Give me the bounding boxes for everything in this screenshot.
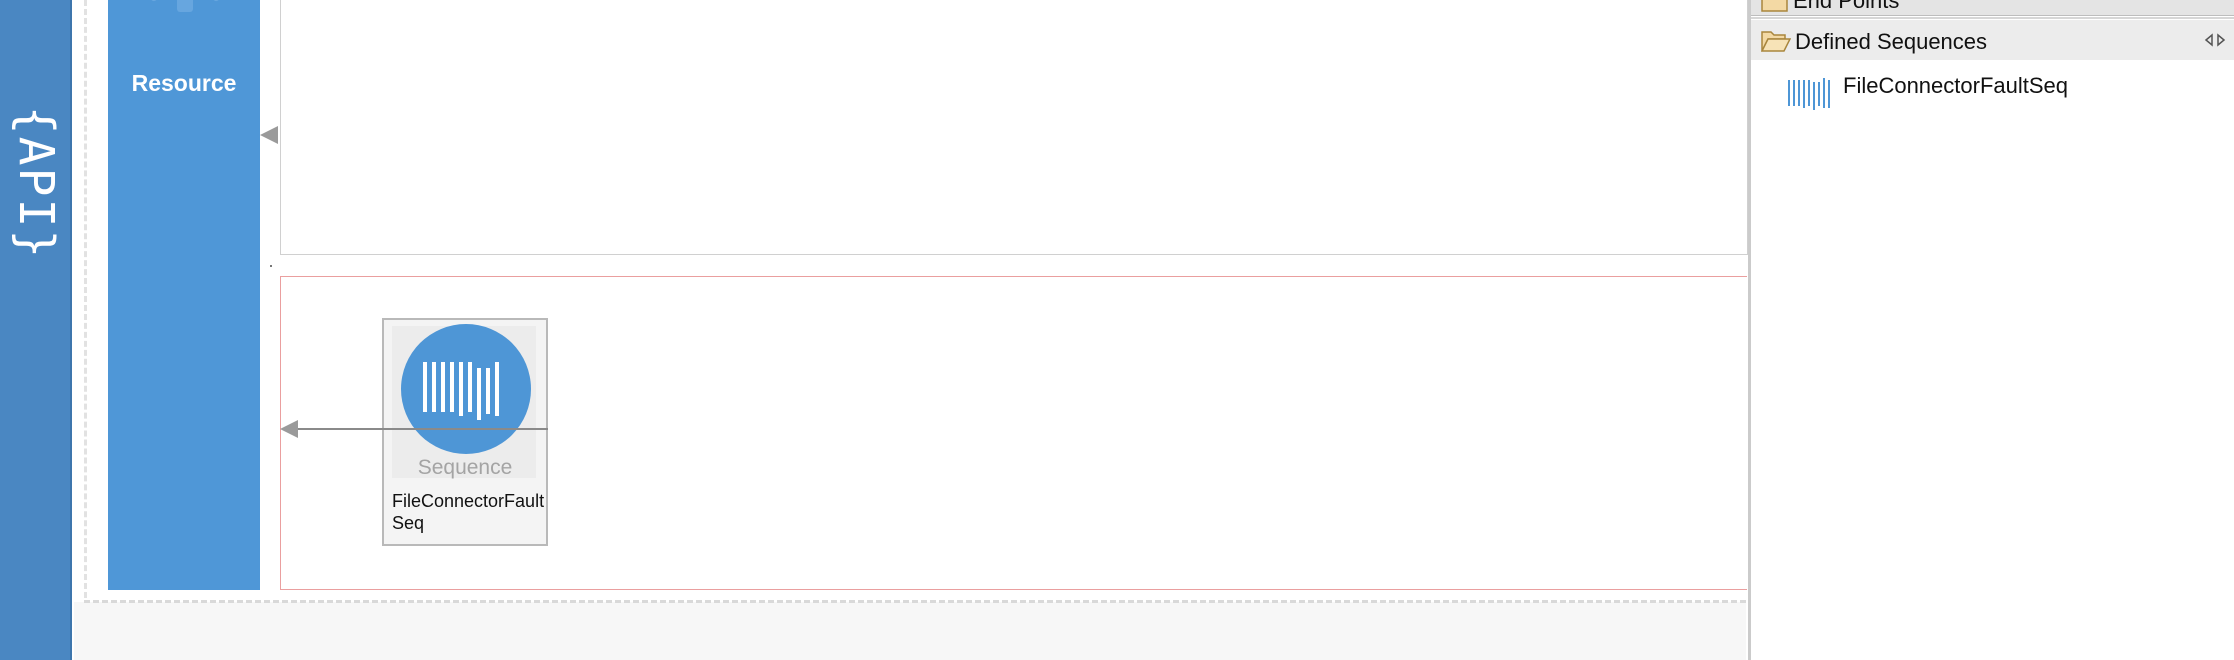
api-border-bottom <box>84 600 1746 603</box>
collapse-toggle-icon[interactable] <box>2204 32 2226 48</box>
design-canvas[interactable]: Resource Sequence FileConnectorFaultSeq <box>74 0 1748 660</box>
open-folder-icon <box>1761 31 1791 52</box>
canvas-dot <box>270 265 272 267</box>
fault-flow-line <box>296 428 548 430</box>
sequence-icon <box>1788 78 1830 110</box>
fault-flow-arrow-icon <box>280 420 298 438</box>
canvas-bottom-area <box>74 602 1746 660</box>
defined-sequences-header-label: Defined Sequences <box>1795 29 1988 54</box>
sequence-icon <box>423 362 499 420</box>
palette-drawer-endpoints[interactable]: End Points <box>1751 0 2234 16</box>
api-border-left <box>84 0 87 598</box>
api-sidebar: {API} <box>0 0 72 660</box>
mediator-type-label: Sequence <box>417 456 513 479</box>
gear-icon <box>143 0 227 12</box>
api-sidebar-edge <box>70 0 72 660</box>
in-sequence-area[interactable] <box>280 0 1748 255</box>
sequence-mediator[interactable]: Sequence FileConnectorFaultSeq <box>382 318 548 546</box>
in-sequence-arrow-icon <box>260 126 278 144</box>
endpoints-header-label: End Points <box>1793 0 1900 13</box>
palette-item-label: FileConnectorFaultSeq <box>1843 73 2069 98</box>
resource-label: Resource <box>131 70 237 96</box>
tool-palette: End Points Defined Sequences FileConnect… <box>1748 0 2234 660</box>
folder-icon <box>1761 0 1788 12</box>
mediator-name-label: FileConnectorFaultSeq <box>392 491 545 533</box>
palette-item-sequence[interactable]: FileConnectorFaultSeq <box>1787 70 2207 114</box>
sequence-circle <box>401 324 531 454</box>
palette-separator <box>1751 17 2234 19</box>
palette-drawer-defined-sequences[interactable]: Defined Sequences <box>1751 20 2234 60</box>
api-label: {API} <box>8 105 64 261</box>
resource-block[interactable]: Resource <box>108 0 260 590</box>
